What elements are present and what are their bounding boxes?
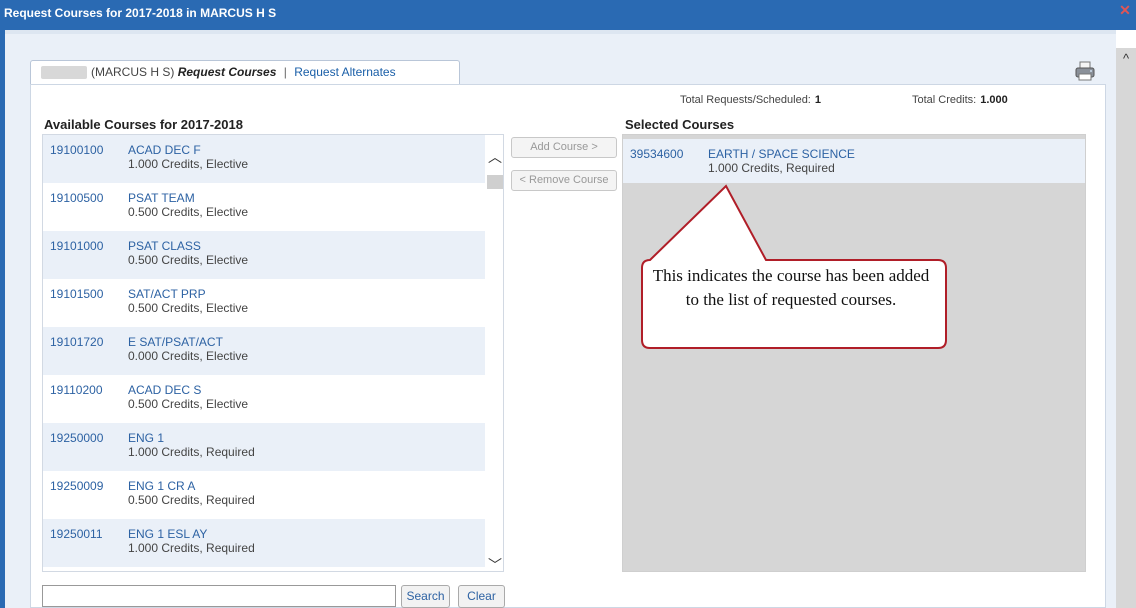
search-button[interactable]: Search: [401, 585, 450, 608]
total-requests-value: 1: [814, 94, 821, 106]
window-title: Request Courses for 2017-2018 in MARCUS …: [4, 6, 277, 20]
course-title[interactable]: ENG 1 ESL AY: [128, 527, 207, 541]
course-credits: 1.000 Credits, Elective: [128, 157, 249, 171]
course-credits: 1.000 Credits, Required: [708, 161, 835, 175]
course-row[interactable]: 19250011 ENG 1 ESL AY 1.000 Credits, Requi…: [43, 519, 485, 567]
course-code[interactable]: 19100100: [50, 143, 103, 157]
course-row[interactable]: 19100500 PSAT TEAM 0.500 Credits, Elective: [43, 183, 485, 231]
course-title[interactable]: ACAD DEC S: [128, 383, 201, 397]
selected-courses-heading: Selected Courses: [625, 117, 735, 132]
chevron-up-icon[interactable]: ^: [1119, 52, 1133, 66]
course-title[interactable]: E SAT/PSAT/ACT: [128, 335, 223, 349]
redacted-student-name: [41, 66, 87, 80]
total-credits-value: 1.000: [980, 94, 1008, 106]
course-code[interactable]: 39534600: [630, 147, 683, 161]
course-credits: 1.000 Credits, Required: [128, 541, 255, 555]
course-credits: 0.500 Credits, Elective: [128, 397, 249, 411]
close-icon[interactable]: ✕: [1118, 3, 1132, 17]
course-code[interactable]: 19110200: [50, 383, 103, 397]
list-scrollbar[interactable]: ︿ ﹀: [485, 135, 503, 571]
course-title[interactable]: PSAT CLASS: [128, 239, 201, 253]
course-row[interactable]: 19101500 SAT/ACT PRP 0.500 Credits, Electi…: [43, 279, 485, 327]
school-label: (MARCUS H S): [91, 65, 175, 79]
course-credits: 0.500 Credits, Elective: [128, 301, 249, 315]
tab-strip: (MARCUS H S) Request Courses | Request A…: [30, 60, 460, 84]
course-title[interactable]: ENG 1 CR A: [128, 479, 195, 493]
course-row[interactable]: 19250009 ENG 1 CR A 0.500 Credits, Require…: [43, 471, 485, 519]
available-courses-heading: Available Courses for 2017-2018: [44, 117, 243, 132]
course-title[interactable]: PSAT TEAM: [128, 191, 195, 205]
chevron-up-icon[interactable]: ︿: [488, 147, 502, 167]
course-code[interactable]: 19100500: [50, 191, 103, 205]
course-code[interactable]: 19250000: [50, 431, 103, 445]
course-row[interactable]: 19100100 ACAD DEC F 1.000 Credits, Electiv…: [43, 135, 485, 183]
total-requests: Total Requests/Scheduled: 1: [680, 94, 821, 106]
printer-icon[interactable]: [1074, 60, 1096, 82]
course-credits: 0.500 Credits, Elective: [128, 253, 249, 267]
course-title[interactable]: ACAD DEC F: [128, 143, 201, 157]
page-scrollbar[interactable]: ^: [1116, 48, 1136, 608]
available-courses-list[interactable]: 19100100 ACAD DEC F 1.000 Credits, Electiv…: [42, 134, 504, 572]
course-code[interactable]: 19101000: [50, 239, 103, 253]
chevron-down-icon[interactable]: ﹀: [488, 555, 502, 571]
total-credits-label: Total Credits:: [912, 94, 977, 106]
scroll-thumb[interactable]: [487, 175, 503, 189]
search-input[interactable]: [42, 585, 396, 607]
course-row[interactable]: 19101000 PSAT CLASS 0.500 Credits, Electiv…: [43, 231, 485, 279]
course-title[interactable]: SAT/ACT PRP: [128, 287, 206, 301]
course-title[interactable]: ENG 1: [128, 431, 164, 445]
course-credits: 0.000 Credits, Elective: [128, 349, 249, 363]
total-requests-label: Total Requests/Scheduled:: [680, 94, 811, 106]
course-code[interactable]: 19101720: [50, 335, 103, 349]
callout-text: This indicates the course has been added…: [652, 266, 930, 309]
course-credits: 0.500 Credits, Elective: [128, 205, 249, 219]
tab-request-courses[interactable]: Request Courses: [178, 65, 277, 79]
course-code[interactable]: 19250011: [50, 527, 103, 541]
window-titlebar: Request Courses for 2017-2018 in MARCUS …: [0, 0, 1136, 30]
course-title[interactable]: EARTH / SPACE SCIENCE: [708, 147, 855, 161]
clear-button[interactable]: Clear: [458, 585, 505, 608]
course-row[interactable]: 19250000 ENG 1 1.000 Credits, Required: [43, 423, 485, 471]
course-row[interactable]: 19110200 ACAD DEC S 0.500 Credits, Electiv…: [43, 375, 485, 423]
course-credits: 0.500 Credits, Required: [128, 493, 255, 507]
course-code[interactable]: 19101500: [50, 287, 103, 301]
remove-course-button[interactable]: < Remove Course: [511, 170, 617, 191]
tab-separator: |: [283, 65, 287, 79]
course-code[interactable]: 19250009: [50, 479, 103, 493]
total-credits: Total Credits: 1.000: [912, 94, 1008, 106]
course-row[interactable]: 19101720 E SAT/PSAT/ACT 0.000 Credits, Ele…: [43, 327, 485, 375]
add-course-button[interactable]: Add Course >: [511, 137, 617, 158]
course-credits: 1.000 Credits, Required: [128, 445, 255, 459]
tab-request-alternates[interactable]: Request Alternates: [294, 65, 395, 79]
